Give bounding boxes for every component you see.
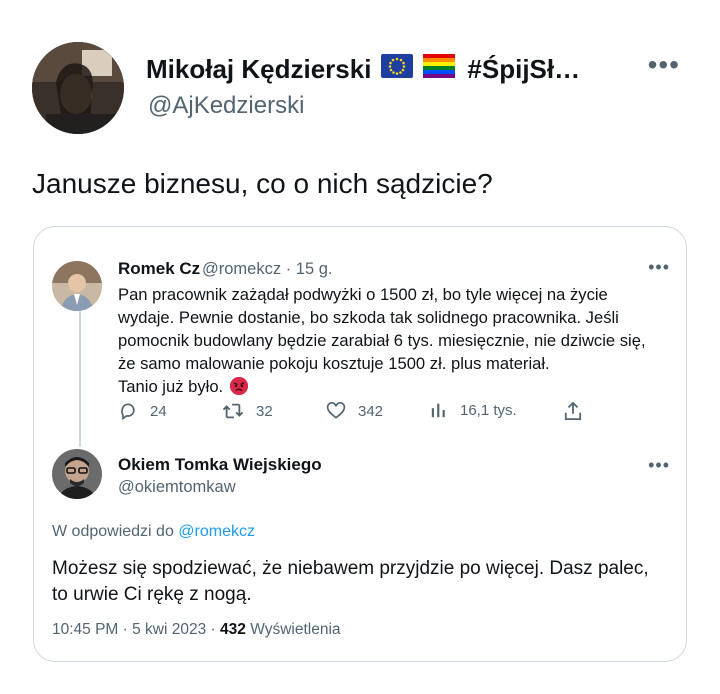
reply-more-icon[interactable]: ••• xyxy=(648,455,670,476)
quoted-body-line: pomocnik budowlany będzie zarabiał 6 tys… xyxy=(118,331,646,350)
reply-author-avatar[interactable] xyxy=(52,449,102,499)
meta-separator: · xyxy=(285,260,292,278)
eu-flag-icon xyxy=(381,53,414,85)
reply-body-line: Możesz się spodziewać, że niebawem przyj… xyxy=(52,558,649,579)
author-name-row[interactable]: Mikołaj Kędzierski #ŚpijSł… xyxy=(146,52,580,86)
reply-tweet-body: Możesz się spodziewać, że niebawem przyj… xyxy=(52,556,672,608)
reply-to-mention-link[interactable]: @romekcz xyxy=(178,523,255,540)
reply-to-prefix: W odpowiedzi do xyxy=(52,523,174,540)
angry-face-icon xyxy=(229,377,248,395)
thread-connector-line xyxy=(79,311,81,447)
quoted-tweet-body: Pan pracownik zażądał podwyżki o 1500 zł… xyxy=(118,283,674,398)
views-chart-icon xyxy=(431,403,445,418)
tweet-text: Janusze biznesu, co o nich sądzicie? xyxy=(32,168,493,199)
reply-action[interactable]: 24 xyxy=(118,401,167,421)
author-name[interactable]: Mikołaj Kędzierski xyxy=(146,54,371,85)
quoted-body-line: że samo malowanie pokoju kosztuje 1500 z… xyxy=(118,354,550,373)
reply-icon xyxy=(121,403,135,421)
quoted-author-handle[interactable]: @romekcz xyxy=(202,260,281,278)
views-action[interactable]: 16,1 tys. xyxy=(430,401,517,419)
quoted-body-line: Tanio już było. xyxy=(118,377,224,396)
views-count: 16,1 tys. xyxy=(460,401,517,419)
reply-author-name[interactable]: Okiem Tomka Wiejskiego xyxy=(118,455,322,475)
rainbow-flag-icon xyxy=(423,53,456,85)
quoted-author-meta: @romekcz · 15 g. xyxy=(202,260,332,279)
heart-icon xyxy=(326,402,346,419)
reply-to-line: W odpowiedzi do @romekcz xyxy=(52,523,255,541)
author-name-suffix[interactable]: #ŚpijSł… xyxy=(467,54,580,85)
quoted-body-last-line: Tanio już było. xyxy=(118,375,674,398)
quoted-more-icon[interactable]: ••• xyxy=(648,257,670,278)
author-handle[interactable]: @AjKedzierski xyxy=(148,92,304,120)
like-action[interactable]: 342 xyxy=(326,401,383,421)
reply-footer-meta: 10:45 PM · 5 kwi 2023 · 432 Wyświetlenia xyxy=(52,621,341,639)
reply-views-count: 432 xyxy=(220,621,246,638)
retweet-count: 32 xyxy=(256,402,273,420)
quoted-time-ago[interactable]: 15 g. xyxy=(296,260,333,278)
quoted-author-avatar[interactable] xyxy=(52,261,102,311)
share-action[interactable] xyxy=(564,401,594,421)
reply-timestamp[interactable]: 10:45 PM · 5 kwi 2023 xyxy=(52,621,206,638)
reply-author-handle[interactable]: @okiemtomkaw xyxy=(118,478,236,497)
like-count: 342 xyxy=(358,402,384,420)
quoted-body-line: wydaje. Pewnie dostanie, bo szkoda tak s… xyxy=(118,308,619,327)
retweet-action[interactable]: 32 xyxy=(222,401,273,421)
share-icon xyxy=(564,401,582,420)
reply-body-line: to urwie Ci rękę z nogą. xyxy=(52,584,252,605)
author-avatar[interactable] xyxy=(32,42,124,134)
retweet-icon xyxy=(222,403,244,419)
footer-separator: · xyxy=(210,621,216,638)
more-options-icon[interactable]: ••• xyxy=(648,48,680,82)
reply-views-label: Wyświetlenia xyxy=(250,621,341,638)
reply-count: 24 xyxy=(150,402,167,420)
quoted-actions-bar: 24 32 342 16,1 tys. xyxy=(118,401,598,425)
quoted-thread-card[interactable]: Romek Cz @romekcz · 15 g. ••• Pan pracow… xyxy=(33,226,687,662)
quoted-body-line: Pan pracownik zażądał podwyżki o 1500 zł… xyxy=(118,285,608,304)
tweet-author-header: Mikołaj Kędzierski #ŚpijSł… @AjKedziersk… xyxy=(32,42,692,134)
quoted-author-name[interactable]: Romek Cz xyxy=(118,259,200,279)
